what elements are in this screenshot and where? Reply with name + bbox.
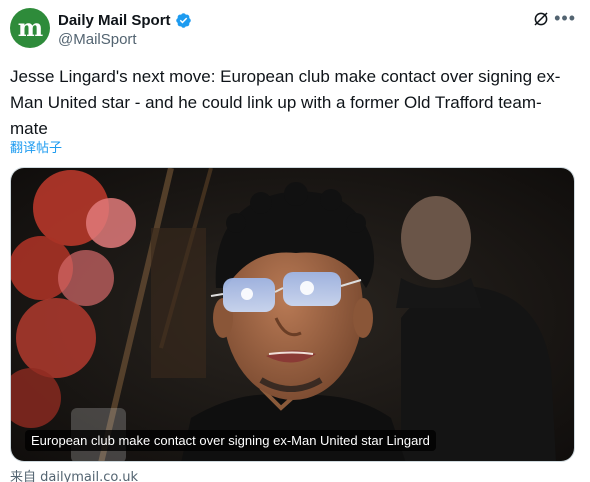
- handle[interactable]: @MailSport: [58, 31, 192, 48]
- card-caption: European club make contact over signing …: [25, 430, 436, 451]
- display-name[interactable]: Daily Mail Sport: [58, 12, 171, 29]
- avatar-logo-letter: m: [17, 13, 43, 42]
- verified-badge-icon: [175, 12, 191, 28]
- article-photo: [11, 168, 574, 461]
- account-names: Daily Mail Sport @MailSport: [58, 10, 192, 48]
- card-source[interactable]: 来自 dailymail.co.uk: [10, 466, 138, 482]
- tweet-header: m Daily Mail Sport @MailSport •••: [10, 8, 580, 50]
- link-card[interactable]: European club make contact over signing …: [10, 167, 575, 462]
- translate-post-link[interactable]: 翻译帖子: [10, 137, 62, 156]
- avatar[interactable]: m: [10, 8, 50, 48]
- tweet-text: Jesse Lingard's next move: European club…: [10, 67, 561, 138]
- more-icon[interactable]: •••: [554, 9, 576, 27]
- grok-icon[interactable]: [532, 10, 550, 28]
